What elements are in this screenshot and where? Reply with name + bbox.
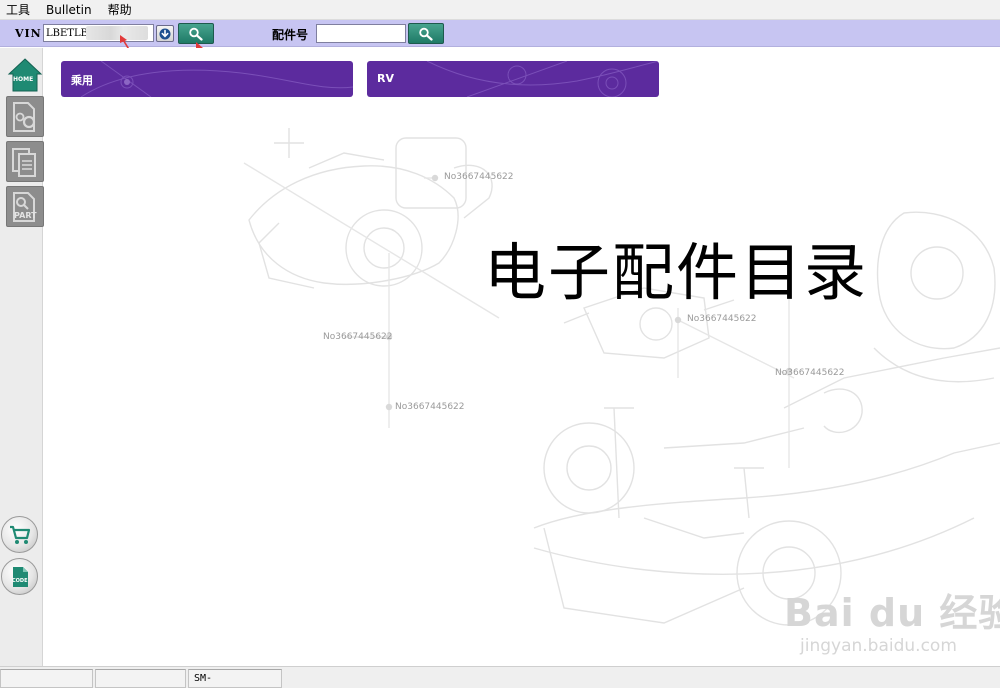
sidebar-documents-button[interactable] (6, 141, 44, 182)
sidebar-part-search-button[interactable]: PART (6, 186, 44, 227)
status-bar: SM- (0, 666, 1000, 688)
sidebar-parts-settings-button[interactable] (6, 96, 44, 137)
sidebar-home-button[interactable]: HOME (6, 54, 44, 95)
watermark-url: jingyan.baidu.com (800, 636, 957, 656)
status-cell (0, 669, 93, 688)
sidebar: HOME PART CODE (0, 48, 44, 666)
search-icon (189, 27, 203, 41)
part-number-callout: No3667445622 (323, 332, 393, 342)
menu-help[interactable]: 帮助 (108, 1, 132, 18)
vin-history-dropdown-button[interactable] (156, 25, 174, 42)
part-label: PART (14, 211, 37, 220)
menu-bar: 工具 Bulletin 帮助 (0, 0, 1000, 20)
part-number-callout: No3667445622 (775, 368, 845, 378)
page-title: 电子配件目录 (484, 236, 869, 309)
category-label: 乘用 (71, 74, 93, 87)
vin-search-button[interactable] (178, 23, 214, 44)
document-gear-icon (13, 101, 36, 132)
menu-tools[interactable]: 工具 (6, 1, 30, 18)
steering-knuckle-sketch (873, 211, 996, 383)
status-cell (95, 669, 186, 688)
code-lookup-button[interactable]: CODE (1, 558, 38, 595)
engine-sketch (248, 128, 493, 289)
watermark: Bai du 经验 jingyan.baidu.com (754, 574, 1000, 666)
tile-decoration (80, 61, 353, 97)
watermark-brand: Bai du 经验 (784, 591, 1000, 635)
status-cell: SM- (188, 669, 282, 688)
vin-redaction (86, 26, 148, 40)
search-toolbar: VIN 配件号 (0, 20, 1000, 47)
arrow-down-icon (159, 28, 171, 39)
part-number-callout: No3667445622 (687, 314, 757, 324)
vin-label: VIN (15, 27, 42, 40)
part-number-callout: No3667445622 (444, 172, 514, 182)
code-label: CODE (12, 578, 28, 584)
code-document-icon (12, 566, 28, 587)
tile-decoration (426, 61, 659, 97)
part-search-button[interactable] (408, 23, 444, 44)
home-label: HOME (13, 76, 34, 83)
main-content: No3667445622 No3667445622 No3667445622 N… (44, 48, 1000, 666)
part-number-input[interactable] (316, 24, 406, 43)
menu-bulletin[interactable]: Bulletin (46, 3, 92, 17)
category-tile-passenger[interactable]: 乘用 (61, 61, 353, 97)
shopping-cart-icon (9, 525, 30, 544)
category-tile-rv[interactable]: RV (367, 61, 659, 97)
home-icon (7, 57, 43, 91)
category-label: RV (377, 72, 394, 85)
documents-icon (12, 147, 36, 177)
search-icon (419, 27, 433, 41)
shopping-cart-button[interactable] (1, 516, 38, 553)
part-number-callout: No3667445622 (395, 402, 465, 412)
app-window: 工具 Bulletin 帮助 VIN 配件号 (0, 0, 1000, 688)
part-number-label: 配件号 (272, 28, 309, 42)
